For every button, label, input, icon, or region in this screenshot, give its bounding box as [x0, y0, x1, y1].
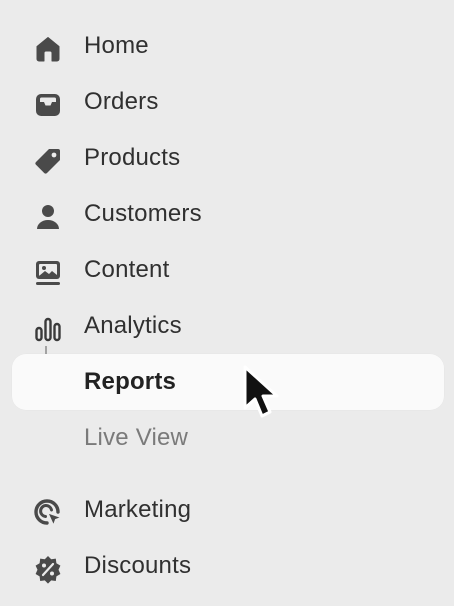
sidebar-item-label: Customers [84, 200, 202, 227]
inbox-icon [33, 90, 63, 120]
sidebar-nav: Home Orders Products Customers Content A… [0, 0, 454, 606]
sidebar-item-label: Products [84, 144, 181, 171]
sidebar-item-label: Content [84, 256, 170, 283]
home-icon [33, 34, 63, 64]
sidebar-item-label: Marketing [84, 496, 192, 523]
sidebar-subitem-live-view[interactable]: Live View [12, 410, 444, 466]
sidebar-item-marketing[interactable]: Marketing [12, 482, 444, 538]
image-icon [33, 258, 63, 288]
sidebar-item-label: Home [84, 32, 149, 59]
sidebar-item-customers[interactable]: Customers [12, 186, 444, 242]
mouse-cursor-icon [243, 365, 279, 418]
sidebar-item-label: Analytics [84, 312, 182, 339]
sidebar-item-discounts[interactable]: Discounts [12, 538, 444, 594]
tag-icon [33, 146, 63, 176]
percent-badge-icon [33, 554, 63, 584]
sidebar-item-products[interactable]: Products [12, 130, 444, 186]
sidebar-item-orders[interactable]: Orders [12, 74, 444, 130]
sidebar-item-content[interactable]: Content [12, 242, 444, 298]
bar-chart-icon [33, 314, 63, 344]
person-icon [33, 202, 63, 232]
sidebar-item-label: Live View [84, 424, 189, 451]
target-icon [33, 498, 63, 528]
sidebar-item-label: Orders [84, 88, 159, 115]
sidebar-item-analytics[interactable]: Analytics [12, 298, 444, 354]
sidebar-item-home[interactable]: Home [12, 18, 444, 74]
sidebar-subitem-reports[interactable]: Reports [12, 354, 444, 410]
sidebar-item-label: Discounts [84, 552, 192, 579]
sidebar-item-label: Reports [84, 368, 177, 395]
